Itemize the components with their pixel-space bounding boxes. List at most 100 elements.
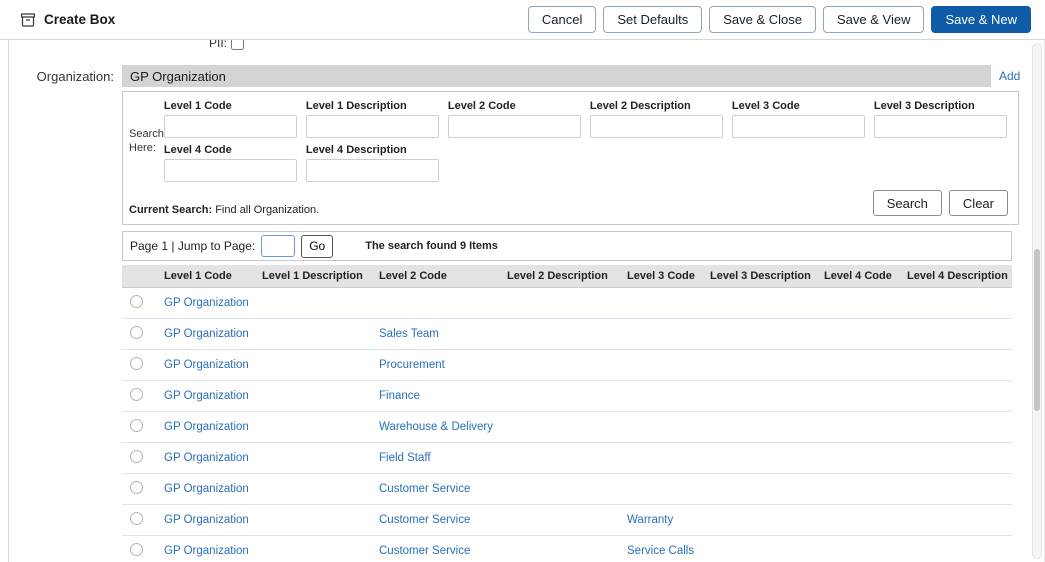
current-search-label: Current Search: [129, 204, 212, 216]
level-3-code-input[interactable] [732, 115, 865, 138]
pii-checkbox[interactable] [231, 40, 244, 50]
search-field: Level 1 Description [306, 100, 448, 138]
level-1-description-input[interactable] [306, 115, 439, 138]
column-header: Level 4 Description [903, 265, 1012, 288]
pagination-bar: Page 1 | Jump to Page: Go The search fou… [122, 231, 1012, 261]
search-panel: Search Here: Level 1 CodeLevel 1 Descrip… [122, 91, 1019, 225]
cell-link[interactable]: GP Organization [164, 483, 249, 495]
row-select-radio[interactable] [130, 326, 143, 339]
save-and-new-button[interactable]: Save & New [931, 6, 1031, 33]
cell-link[interactable]: GP Organization [164, 421, 249, 433]
table-cell [258, 474, 375, 505]
level-4-code-input[interactable] [164, 159, 297, 182]
table-cell: GP Organization [160, 443, 258, 474]
page-title: Create Box [44, 12, 115, 27]
table-cell [623, 288, 706, 319]
table-cell [503, 288, 623, 319]
search-field-label: Level 3 Code [732, 100, 874, 112]
scrollbar-thumb[interactable] [1034, 249, 1040, 411]
table-cell [820, 505, 903, 536]
table-cell [820, 288, 903, 319]
cell-link[interactable]: Sales Team [379, 328, 439, 340]
jump-to-page-input[interactable] [261, 235, 295, 257]
table-cell [258, 288, 375, 319]
cell-link[interactable]: Customer Service [379, 483, 470, 495]
column-header: Level 2 Code [375, 265, 503, 288]
cancel-button[interactable]: Cancel [528, 6, 596, 33]
cell-link[interactable]: Procurement [379, 359, 445, 371]
search-field-label: Level 3 Description [874, 100, 1016, 112]
table-cell [820, 443, 903, 474]
level-2-code-input[interactable] [448, 115, 581, 138]
row-select-radio[interactable] [130, 481, 143, 494]
table-cell [258, 350, 375, 381]
save-and-view-button[interactable]: Save & View [823, 6, 924, 33]
cell-link[interactable]: GP Organization [164, 452, 249, 464]
cell-link[interactable]: Finance [379, 390, 420, 402]
cell-link[interactable]: Service Calls [627, 545, 694, 557]
table-cell [706, 536, 820, 562]
table-cell [258, 536, 375, 562]
table-header-row: Level 1 CodeLevel 1 DescriptionLevel 2 C… [122, 265, 1012, 288]
table-row: GP Organization Customer Service [122, 474, 1012, 505]
table-cell [903, 412, 1012, 443]
table-cell [503, 536, 623, 562]
table-cell [903, 288, 1012, 319]
row-select-radio[interactable] [130, 543, 143, 556]
search-field: Level 2 Description [590, 100, 732, 138]
search-buttons: Search Clear [873, 190, 1008, 216]
column-header: Level 3 Description [706, 265, 820, 288]
pii-label: PII: [209, 40, 227, 50]
box-icon [20, 13, 36, 27]
table-cell: Procurement [375, 350, 503, 381]
table-row: GP Organization Finance [122, 381, 1012, 412]
row-select-radio[interactable] [130, 388, 143, 401]
cell-link[interactable]: GP Organization [164, 328, 249, 340]
page-jump-label: Page 1 | Jump to Page: [130, 239, 255, 253]
cell-link[interactable]: GP Organization [164, 514, 249, 526]
search-field: Level 2 Code [448, 100, 590, 138]
search-button[interactable]: Search [873, 190, 942, 216]
level-2-description-input[interactable] [590, 115, 723, 138]
table-cell: Sales Team [375, 319, 503, 350]
table-cell [820, 536, 903, 562]
vertical-scrollbar[interactable] [1032, 43, 1042, 559]
go-button[interactable]: Go [301, 235, 333, 258]
cell-link[interactable]: GP Organization [164, 545, 249, 557]
row-select-radio[interactable] [130, 357, 143, 370]
column-header: Level 1 Code [160, 265, 258, 288]
add-link[interactable]: Add [999, 69, 1020, 83]
save-and-close-button[interactable]: Save & Close [709, 6, 816, 33]
cell-link[interactable]: GP Organization [164, 359, 249, 371]
search-field-label: Level 4 Code [164, 144, 306, 156]
table-cell: Service Calls [623, 536, 706, 562]
cell-link[interactable]: Customer Service [379, 514, 470, 526]
table-cell [258, 505, 375, 536]
cell-link[interactable]: GP Organization [164, 390, 249, 402]
row-select-radio[interactable] [130, 512, 143, 525]
row-select-radio[interactable] [130, 450, 143, 463]
set-defaults-button[interactable]: Set Defaults [603, 6, 702, 33]
cell-link[interactable]: Warehouse & Delivery [379, 421, 493, 433]
table-cell [903, 474, 1012, 505]
pii-row: PII: [9, 40, 1044, 51]
table-cell: GP Organization [160, 536, 258, 562]
table-cell [903, 319, 1012, 350]
organization-value: GP Organization [130, 69, 226, 84]
cell-link[interactable]: Warranty [627, 514, 673, 526]
table-cell [820, 350, 903, 381]
cell-link[interactable]: Field Staff [379, 452, 431, 464]
table-cell: GP Organization [160, 319, 258, 350]
cell-link[interactable]: Customer Service [379, 545, 470, 557]
row-select-radio[interactable] [130, 295, 143, 308]
clear-button[interactable]: Clear [949, 190, 1008, 216]
cell-link[interactable]: GP Organization [164, 297, 249, 309]
table-cell: Customer Service [375, 505, 503, 536]
level-1-code-input[interactable] [164, 115, 297, 138]
table-cell: Customer Service [375, 536, 503, 562]
level-3-description-input[interactable] [874, 115, 1007, 138]
search-field-label: Level 1 Description [306, 100, 448, 112]
table-cell [706, 474, 820, 505]
level-4-description-input[interactable] [306, 159, 439, 182]
row-select-radio[interactable] [130, 419, 143, 432]
